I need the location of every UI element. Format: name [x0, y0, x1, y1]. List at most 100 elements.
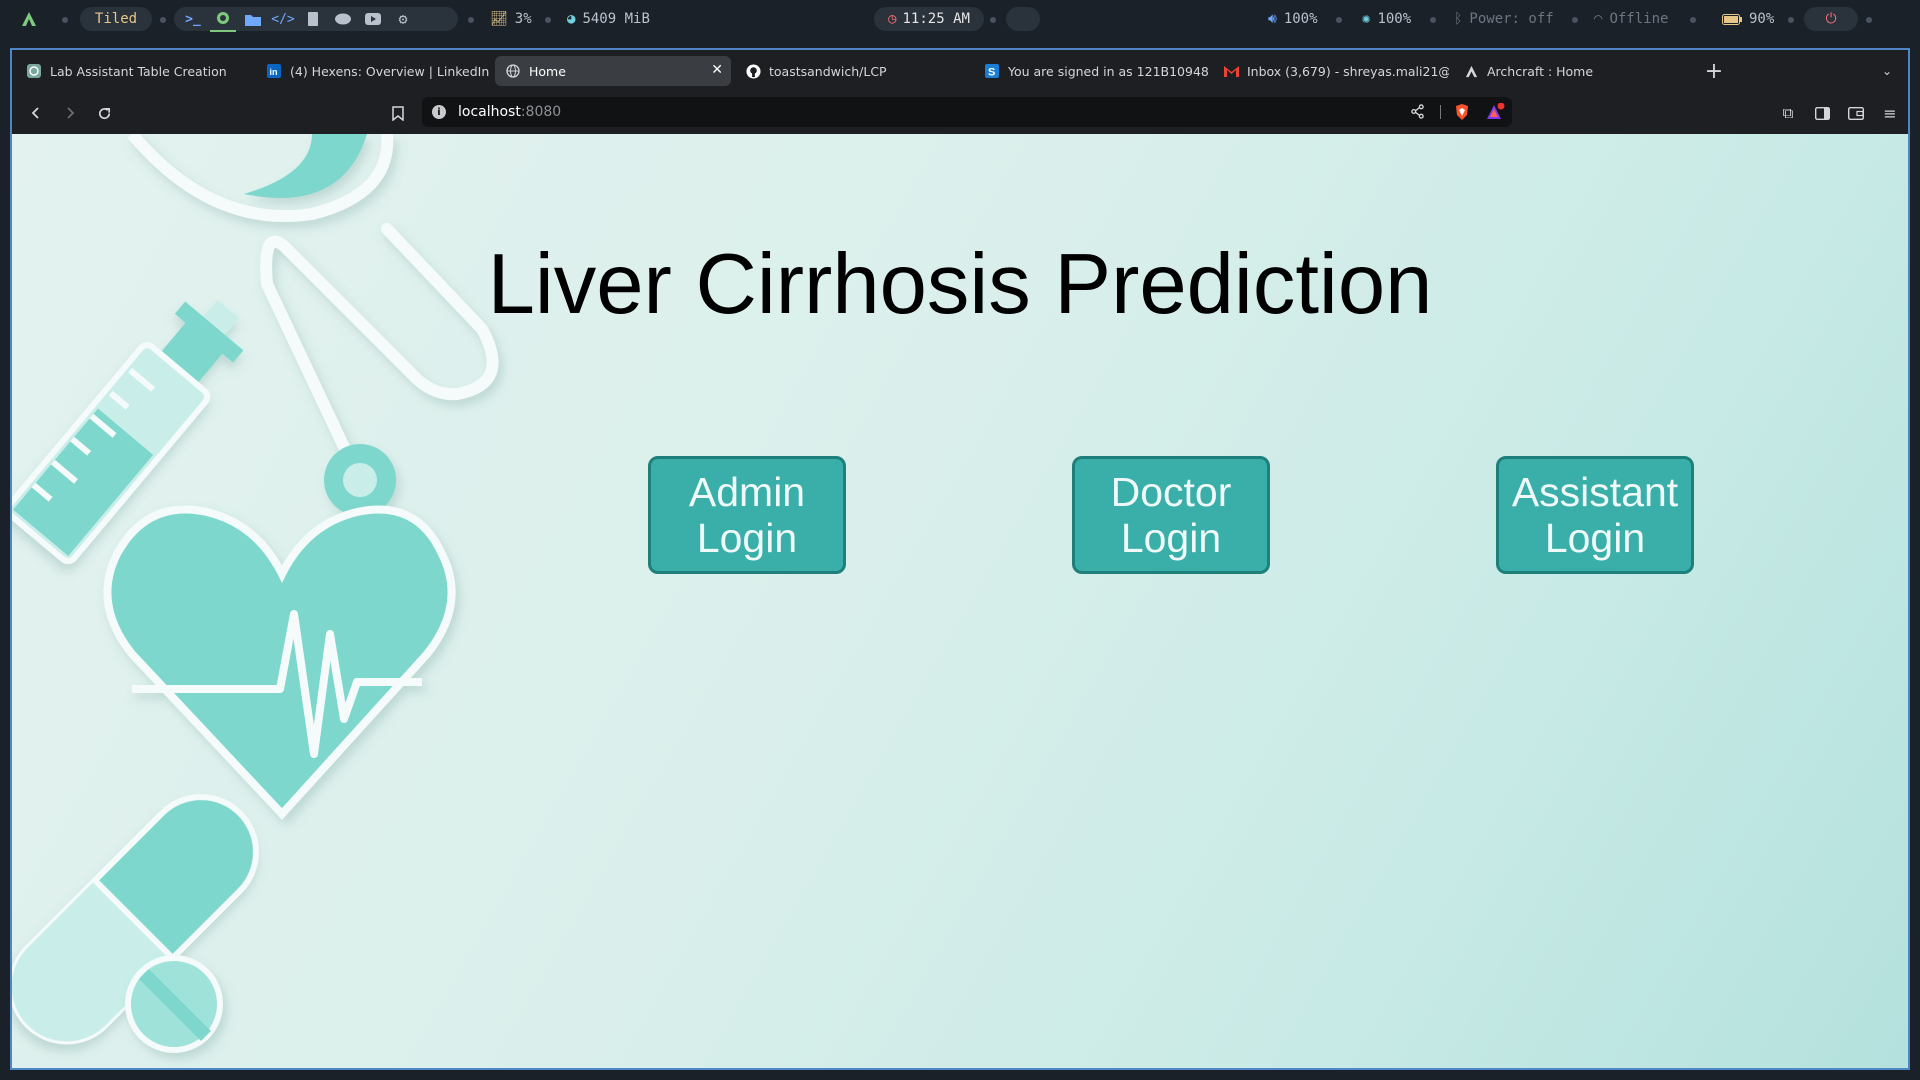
cpu-usage-value: 3% [514, 11, 532, 27]
volume-indicator[interactable]: 🔊︎ 100% [1268, 0, 1318, 38]
tab-title: Home [529, 63, 566, 79]
tab-title: toastsandwich/LCP [769, 63, 887, 79]
tab-gmail[interactable]: Inbox (3,679) - shreyas.mali21@pc [1213, 56, 1449, 86]
browser-toolbar: i localhost:8080 ⧉ ≡ [12, 92, 1908, 134]
tab-list-button[interactable]: ⌄ [1874, 56, 1900, 86]
tablet-icon [125, 955, 223, 1053]
network-indicator[interactable]: ◠ Offline [1594, 0, 1668, 38]
layout-mode-label: Tiled [94, 11, 138, 27]
web-page: Liver Cirrhosis Prediction Admin Login D… [12, 134, 1908, 1068]
chatgpt-icon [26, 63, 42, 79]
url-host: localhost [458, 104, 521, 120]
cpu-chart-icon: 📈︎ [490, 11, 508, 27]
extensions-button[interactable]: ⧉ [1776, 101, 1800, 125]
brightness-indicator[interactable]: ✺ 100% [1362, 0, 1411, 38]
address-bar[interactable]: i localhost:8080 [422, 97, 1512, 127]
tab-title: (4) Hexens: Overview | LinkedIn [290, 63, 490, 79]
forward-button[interactable] [58, 101, 82, 125]
tab-linkedin[interactable]: in (4) Hexens: Overview | LinkedIn [256, 56, 492, 86]
wifi-icon: ◠ [1594, 11, 1603, 27]
battery-value: 90% [1749, 11, 1775, 27]
heart-icon [103, 505, 456, 820]
forward-arrow-icon [67, 107, 75, 119]
divider [1440, 105, 1441, 119]
bluetooth-indicator[interactable]: ᛒ Power: off [1454, 0, 1554, 38]
youtube-icon[interactable] [360, 7, 386, 31]
site-info-icon[interactable]: i [432, 105, 446, 119]
clock[interactable]: ◷ 11:25 AM [874, 7, 984, 31]
network-status: Offline [1609, 11, 1669, 27]
memory-usage: ◕ 5409 MiB [567, 0, 650, 38]
bookmark-button[interactable] [386, 101, 410, 125]
notes-icon[interactable] [300, 7, 326, 31]
app-launcher-bar: >_ </> ⚙ [174, 6, 458, 32]
tab-strip: Lab Assistant Table Creation in (4) Hexe… [12, 50, 1908, 92]
close-tab-icon[interactable]: ✕ [711, 62, 723, 78]
chat-icon[interactable] [330, 7, 356, 31]
sidebar-button[interactable] [1810, 101, 1834, 125]
code-editor-icon[interactable]: </> [270, 7, 296, 31]
power-icon: ⏻ [1825, 11, 1837, 27]
github-icon [745, 63, 761, 79]
hamburger-menu-icon: ≡ [1883, 103, 1897, 123]
chevron-down-icon: ⌄ [1881, 64, 1893, 78]
settings-gear-icon[interactable]: ⚙ [390, 7, 416, 31]
reload-button[interactable] [92, 101, 116, 125]
brightness-value: 100% [1377, 11, 1412, 27]
gmail-icon [1223, 63, 1239, 79]
tab-title: Inbox (3,679) - shreyas.mali21@pc [1247, 63, 1449, 79]
brave-rewards-icon[interactable] [1486, 102, 1506, 125]
brightness-icon: ✺ [1362, 11, 1371, 27]
memory-pie-icon: ◕ [567, 11, 576, 27]
assistant-login-line1: Assistant [1511, 469, 1679, 515]
new-tab-button[interactable]: + [1698, 56, 1730, 86]
archcraft-icon [1463, 63, 1479, 79]
bluetooth-icon: ᛒ [1454, 11, 1463, 27]
page-title: Liver Cirrhosis Prediction [487, 237, 1433, 332]
bluetooth-status: Power: off [1469, 11, 1554, 27]
layout-mode-indicator[interactable]: Tiled [80, 7, 152, 31]
terminal-icon[interactable]: >_ [180, 7, 206, 31]
assistant-login-button[interactable]: Assistant Login [1496, 456, 1694, 574]
brave-shields-icon[interactable] [1454, 103, 1470, 125]
doctor-login-button[interactable]: Doctor Login [1072, 456, 1270, 574]
archcraft-menu-icon[interactable] [20, 0, 38, 38]
battery-indicator: 90% [1722, 0, 1774, 38]
volume-icon: 🔊︎ [1268, 11, 1277, 27]
doctor-login-line2: Login [1120, 515, 1222, 561]
folder-icon[interactable] [240, 7, 266, 31]
memory-usage-value: 5409 MiB [582, 11, 650, 27]
linkedin-icon: in [266, 63, 282, 79]
wallet-button[interactable] [1844, 101, 1868, 125]
cpu-usage: 📈︎ 3% [490, 0, 532, 38]
back-arrow-icon [31, 107, 39, 119]
menu-button[interactable]: ≡ [1878, 101, 1902, 125]
admin-login-button[interactable]: Admin Login [648, 456, 846, 574]
admin-login-line2: Login [696, 515, 798, 561]
puzzle-icon: ⧉ [1782, 104, 1794, 122]
battery-icon [1722, 13, 1742, 25]
doctor-login-line1: Doctor [1110, 469, 1232, 515]
volume-value: 100% [1283, 11, 1318, 27]
wallet-icon [1848, 106, 1864, 120]
reload-icon [98, 107, 110, 119]
tab-archcraft[interactable]: Archcraft : Home [1453, 56, 1689, 86]
svg-text:in: in [270, 67, 278, 77]
assistant-login-line2: Login [1544, 515, 1646, 561]
system-bar: Tiled >_ </> ⚙ 📈︎ 3% ◕ 5409 MiB ◷ 11:25 … [0, 0, 1920, 38]
tab-signed-in[interactable]: S You are signed in as 121B10948 [974, 56, 1210, 86]
browser-icon[interactable] [210, 6, 236, 32]
url-text: localhost:8080 [458, 104, 561, 120]
sidebar-icon [1814, 106, 1830, 120]
share-icon[interactable] [1410, 104, 1425, 123]
tab-home[interactable]: Home ✕ [495, 56, 731, 86]
tab-github[interactable]: toastsandwich/LCP [735, 56, 971, 86]
bookmark-icon [392, 105, 404, 121]
tab-lab-assistant[interactable]: Lab Assistant Table Creation [16, 56, 252, 86]
back-button[interactable] [24, 101, 48, 125]
browser-window: Lab Assistant Table Creation in (4) Hexe… [10, 48, 1910, 1070]
plus-icon: + [1704, 58, 1724, 84]
clock-icon: ◷ [888, 11, 897, 27]
power-menu[interactable]: ⏻ [1804, 7, 1858, 31]
admin-login-line1: Admin [688, 469, 806, 515]
